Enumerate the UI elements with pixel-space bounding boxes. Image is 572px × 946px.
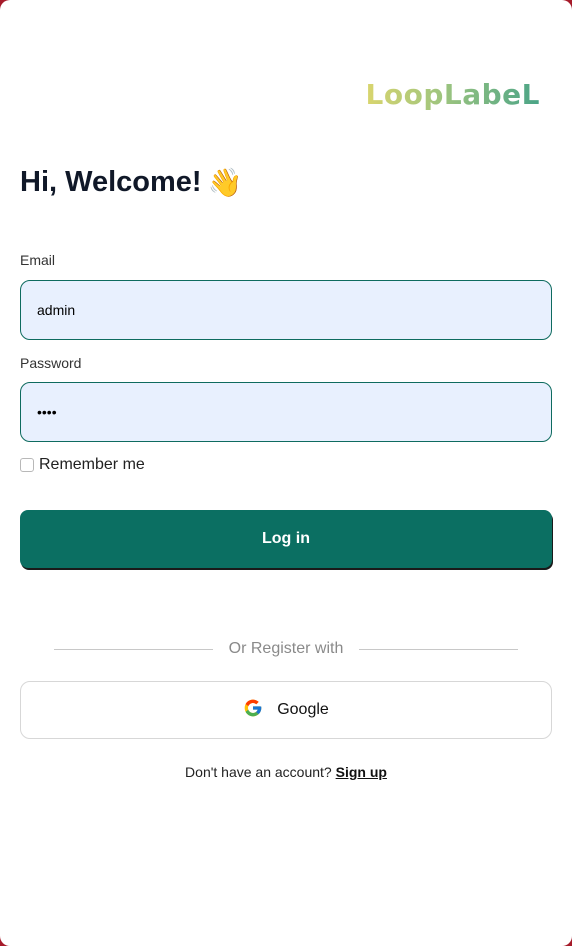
password-label: Password [20,355,82,371]
divider-line-left [54,648,213,650]
google-signin-button[interactable]: Google [20,681,552,739]
remember-me-label: Remember me [39,456,145,473]
divider-line-right [359,648,519,650]
login-card: LoopLabeL Hi, Welcome! 👋 Email Password … [0,0,572,946]
register-divider: Or Register with [54,640,519,658]
welcome-heading: Hi, Welcome! [20,166,202,198]
signup-link[interactable]: Sign up [336,764,387,780]
waving-hand-icon: 👋 [207,167,243,198]
google-icon [243,698,263,723]
google-label: Google [277,701,329,718]
signup-prompt-text: Don't have an account? [185,764,332,780]
page-title: Hi, Welcome! 👋 [20,166,242,199]
remember-me-checkbox[interactable] [20,458,34,472]
email-label: Email [20,252,56,268]
divider-text: Or Register with [228,640,344,657]
email-field[interactable] [20,280,552,340]
login-button[interactable]: Log in [20,510,552,568]
password-field[interactable] [20,382,552,442]
signup-prompt: Don't have an account? Sign up [0,764,572,780]
remember-me[interactable]: Remember me [20,456,145,474]
brand-logo: LoopLabeL [365,78,540,111]
